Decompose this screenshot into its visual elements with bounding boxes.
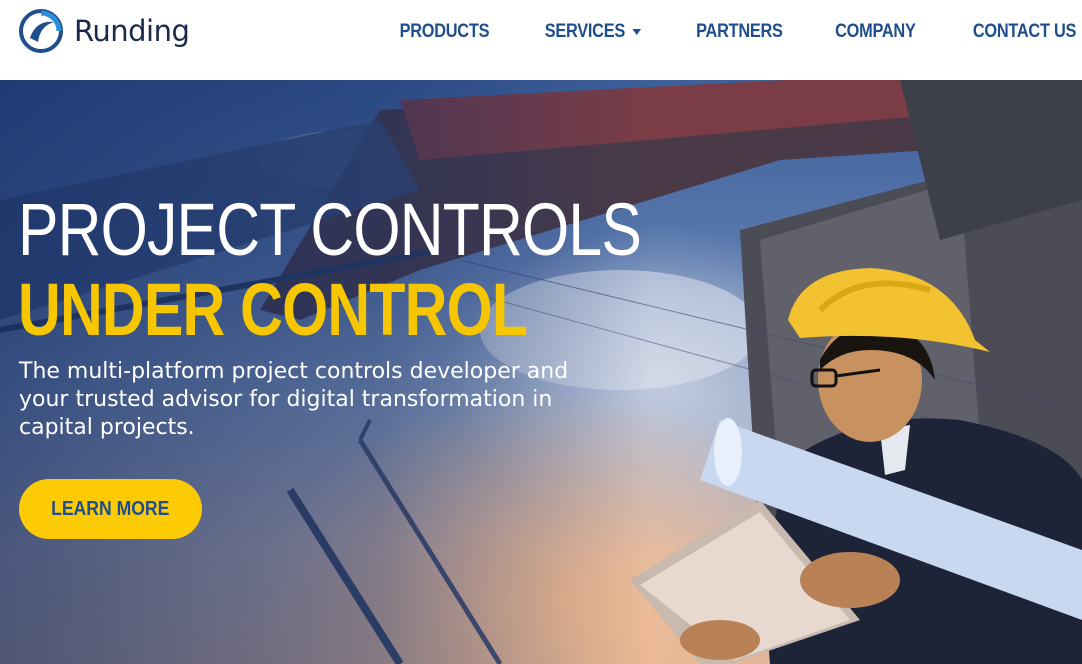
nav-item-label: SERVICES [544, 21, 626, 42]
nav-item-label: CONTACT US [972, 21, 1077, 42]
hero-subtext: The multi-platform project controls deve… [19, 359, 569, 440]
main-navigation: PRODUCTS SERVICES PARTNERS COMPANY CONTA… [345, 0, 1077, 64]
caret-down-icon [632, 29, 642, 35]
brand-logo[interactable]: Runding [18, 8, 190, 54]
nav-item-label: PARTNERS [695, 21, 783, 42]
nav-item-label: PRODUCTS [399, 21, 490, 42]
hero-headline-accent: UNDER CONTROL [18, 268, 528, 351]
nav-item-products[interactable]: PRODUCTS [400, 21, 490, 43]
nav-item-partners[interactable]: PARTNERS [696, 21, 783, 43]
hero-headline: PROJECT CONTROLS [18, 188, 642, 271]
learn-more-button[interactable]: LEARN MORE [19, 479, 202, 539]
hero-section: PROJECT CONTROLS UNDER CONTROL The multi… [0, 80, 1082, 664]
nav-item-label: COMPANY [835, 21, 916, 42]
swirl-logo-icon [19, 9, 63, 53]
nav-item-company[interactable]: COMPANY [835, 21, 916, 43]
nav-item-contact-us[interactable]: CONTACT US [972, 21, 1077, 43]
learn-more-label: LEARN MORE [51, 497, 170, 520]
nav-item-services[interactable]: SERVICES [545, 21, 642, 43]
brand-name: Runding [74, 14, 190, 48]
site-header: Runding PRODUCTS SERVICES PARTNERS COMPA… [0, 0, 1082, 80]
